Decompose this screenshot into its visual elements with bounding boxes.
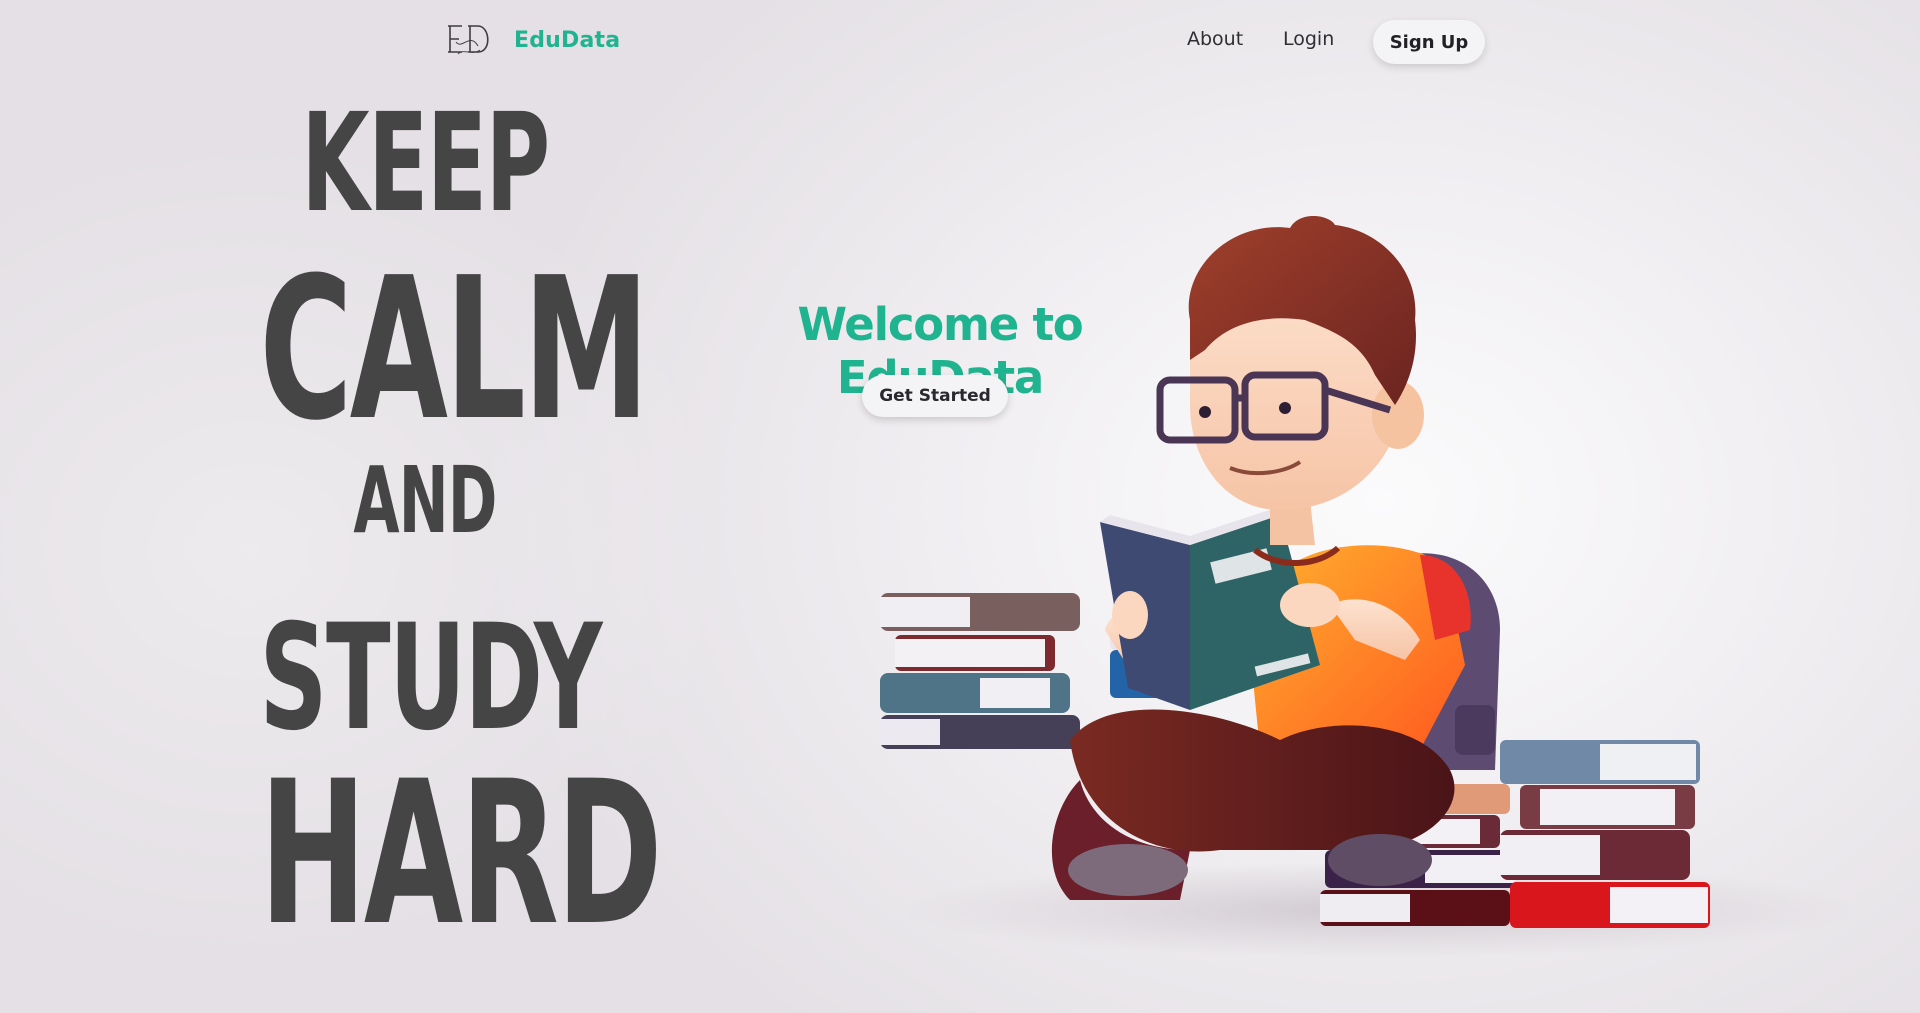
ed-monogram-logo-icon	[448, 25, 489, 55]
poster-word-calm: CALM	[259, 236, 649, 464]
poster-word-and: AND	[353, 447, 497, 554]
brand-link[interactable]: EduData	[444, 20, 620, 60]
poster-word-keep: KEEP	[301, 85, 550, 243]
keep-calm-poster: KEEP CALM AND STUDY HARD	[195, 80, 662, 969]
signup-button[interactable]: Sign Up	[1373, 20, 1485, 64]
poster-word-hard: HARD	[259, 738, 662, 969]
nav-about-link[interactable]: About	[1187, 28, 1243, 50]
student-head	[1156, 215, 1424, 510]
top-navbar: EduData About Login Sign Up	[0, 0, 1920, 84]
brand-name: EduData	[514, 27, 621, 53]
poster-word-study: STUDY	[259, 593, 602, 763]
student-reading-illustration	[880, 215, 1860, 958]
nav-login-link[interactable]: Login	[1283, 28, 1334, 50]
left-book-stack	[880, 593, 1080, 749]
